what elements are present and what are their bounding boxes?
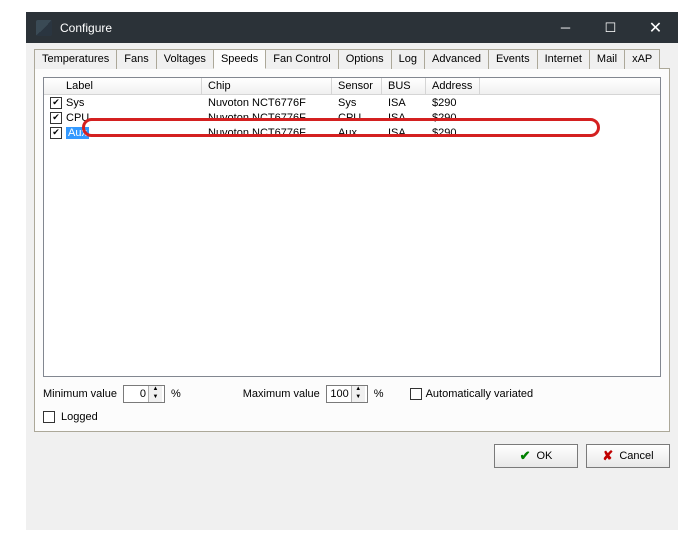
spin-up-icon[interactable]: ▲ [149,386,162,394]
spin-up-icon[interactable]: ▲ [352,386,365,394]
row-sensor: CPU [332,112,382,124]
table-row[interactable]: ✔AuxNuvoton NCT6776FAuxISA$290 [44,125,660,140]
minimize-button[interactable]: ─ [543,12,588,43]
ok-button[interactable]: ✔ OK [494,444,578,468]
row-label: CPU [66,112,89,124]
client-area: TemperaturesFansVoltagesSpeedsFan Contro… [26,43,678,530]
minimum-input[interactable] [124,388,148,400]
table-header: Label Chip Sensor BUS Address [44,78,660,95]
tab-fan-control[interactable]: Fan Control [265,49,338,69]
tab-events[interactable]: Events [488,49,538,69]
maximum-label: Maximum value [243,388,320,400]
row-bus: ISA [382,112,426,124]
row-bus: ISA [382,97,426,109]
row-sensor: Aux [332,127,382,139]
window: Configure ─ ☐ ✕ TemperaturesFansVoltages… [26,12,678,530]
col-header-sensor[interactable]: Sensor [332,78,382,94]
row-checkbox[interactable]: ✔ [50,127,62,139]
close-button[interactable]: ✕ [633,12,678,43]
row-checkbox[interactable]: ✔ [50,97,62,109]
row-chip: Nuvoton NCT6776F [202,112,332,124]
col-header-label[interactable]: Label [44,78,202,94]
tab-advanced[interactable]: Advanced [424,49,489,69]
percent-label: % [374,388,384,400]
tab-fans[interactable]: Fans [116,49,156,69]
tab-mail[interactable]: Mail [589,49,625,69]
tab-options[interactable]: Options [338,49,392,69]
row-checkbox[interactable]: ✔ [50,112,62,124]
maximum-input[interactable] [327,388,351,400]
maximum-spinner[interactable]: ▲▼ [326,385,368,403]
dialog-buttons: ✔ OK ✘ Cancel [34,440,670,468]
row-label: Sys [66,97,84,109]
row-address: $290 [426,127,480,139]
speeds-table: Label Chip Sensor BUS Address ✔SysNuvoto… [43,77,661,377]
titlebar[interactable]: Configure ─ ☐ ✕ [26,12,678,43]
col-header-chip[interactable]: Chip [202,78,332,94]
cross-icon: ✘ [602,448,613,464]
spin-down-icon[interactable]: ▼ [352,394,365,402]
table-row[interactable]: ✔SysNuvoton NCT6776FSysISA$290 [44,95,660,110]
row-label: Aux [66,127,89,139]
tab-internet[interactable]: Internet [537,49,590,69]
col-header-address[interactable]: Address [426,78,480,94]
row-chip: Nuvoton NCT6776F [202,127,332,139]
logged-label: Logged [61,411,98,423]
window-title: Configure [60,21,543,35]
row-bus: ISA [382,127,426,139]
auto-label: Automatically variated [426,388,534,400]
percent-label: % [171,388,181,400]
table-row[interactable]: ✔CPUNuvoton NCT6776FCPUISA$290 [44,110,660,125]
tab-body: Label Chip Sensor BUS Address ✔SysNuvoto… [34,69,670,432]
cancel-button[interactable]: ✘ Cancel [586,444,670,468]
row-chip: Nuvoton NCT6776F [202,97,332,109]
minimum-label: Minimum value [43,388,117,400]
logged-checkbox[interactable] [43,411,55,423]
auto-checkbox[interactable] [410,388,422,400]
tab-log[interactable]: Log [391,49,425,69]
table-body: ✔SysNuvoton NCT6776FSysISA$290✔CPUNuvoto… [44,95,660,140]
check-icon: ✔ [520,448,531,464]
tab-temperatures[interactable]: Temperatures [34,49,117,69]
tab-xap[interactable]: xAP [624,49,660,69]
minimum-spinner[interactable]: ▲▼ [123,385,165,403]
row-sensor: Sys [332,97,382,109]
col-header-bus[interactable]: BUS [382,78,426,94]
tab-speeds[interactable]: Speeds [213,49,266,69]
spin-down-icon[interactable]: ▼ [149,394,162,402]
row-address: $290 [426,112,480,124]
lower-controls: Minimum value ▲▼ % Maximum value ▲▼ % [43,385,661,423]
maximize-button[interactable]: ☐ [588,12,633,43]
tab-bar: TemperaturesFansVoltagesSpeedsFan Contro… [34,49,670,69]
app-icon [36,20,52,36]
row-address: $290 [426,97,480,109]
tab-voltages[interactable]: Voltages [156,49,214,69]
